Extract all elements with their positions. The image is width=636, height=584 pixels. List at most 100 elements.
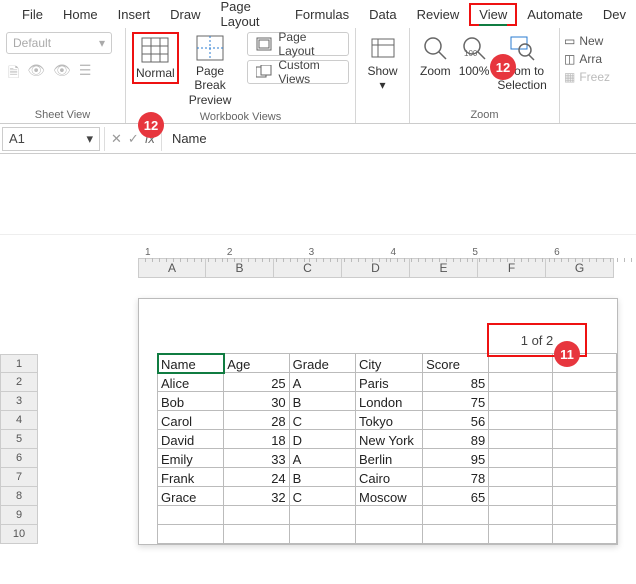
cell[interactable]: [224, 506, 289, 525]
menu-item-view[interactable]: View: [469, 3, 517, 26]
row-header[interactable]: 4: [0, 411, 38, 430]
formula-input[interactable]: [161, 127, 636, 151]
cell[interactable]: Bob: [158, 392, 224, 411]
cell[interactable]: [553, 430, 617, 449]
cell[interactable]: 95: [423, 449, 489, 468]
cell[interactable]: Berlin: [355, 449, 422, 468]
cell[interactable]: Alice: [158, 373, 224, 392]
cell[interactable]: [553, 449, 617, 468]
menu-item-automate[interactable]: Automate: [517, 3, 593, 26]
new-icon[interactable]: 👁: [53, 62, 71, 86]
cell[interactable]: Emily: [158, 449, 224, 468]
data-table[interactable]: NameAgeGradeCityScoreAlice25AParis85Bob3…: [157, 353, 617, 544]
cell[interactable]: [489, 449, 553, 468]
normal-view-button[interactable]: Normal: [132, 32, 179, 84]
row-header[interactable]: 6: [0, 449, 38, 468]
cell[interactable]: [489, 373, 553, 392]
cell[interactable]: Grace: [158, 487, 224, 506]
cell[interactable]: Carol: [158, 411, 224, 430]
cell[interactable]: D: [289, 430, 355, 449]
zoom-button[interactable]: Zoom: [416, 32, 455, 80]
cell[interactable]: C: [289, 487, 355, 506]
row-header[interactable]: 1: [0, 354, 38, 373]
menu-item-file[interactable]: File: [12, 3, 53, 26]
cell[interactable]: 85: [423, 373, 489, 392]
cell[interactable]: [553, 506, 617, 525]
cell[interactable]: [289, 525, 355, 544]
cell[interactable]: [158, 525, 224, 544]
cell[interactable]: 30: [224, 392, 289, 411]
cell[interactable]: 75: [423, 392, 489, 411]
cell[interactable]: Age: [224, 354, 289, 373]
cell[interactable]: London: [355, 392, 422, 411]
cell[interactable]: [489, 525, 553, 544]
row-header[interactable]: 7: [0, 468, 38, 487]
custom-views-button[interactable]: Custom Views: [247, 60, 349, 84]
page-break-preview-button[interactable]: Page Break Preview: [179, 32, 242, 109]
keep-icon[interactable]: 🗎: [8, 62, 19, 86]
cell[interactable]: C: [289, 411, 355, 430]
cell[interactable]: [553, 411, 617, 430]
cell[interactable]: 32: [224, 487, 289, 506]
cell[interactable]: 18: [224, 430, 289, 449]
cell[interactable]: Score: [423, 354, 489, 373]
cell[interactable]: 28: [224, 411, 289, 430]
arrange-all-button[interactable]: ◫ Arra: [564, 52, 610, 66]
cell[interactable]: Moscow: [355, 487, 422, 506]
cell[interactable]: [158, 506, 224, 525]
new-window-button[interactable]: ▭ New: [564, 34, 610, 48]
row-header[interactable]: 8: [0, 487, 38, 506]
cell[interactable]: A: [289, 449, 355, 468]
name-box[interactable]: A1 ▾: [2, 127, 100, 151]
cell[interactable]: [553, 487, 617, 506]
cell[interactable]: Paris: [355, 373, 422, 392]
menu-item-dev[interactable]: Dev: [593, 3, 636, 26]
cell[interactable]: [355, 506, 422, 525]
cell[interactable]: [289, 506, 355, 525]
cell[interactable]: [553, 525, 617, 544]
cell[interactable]: Name: [158, 354, 224, 373]
cell[interactable]: [489, 430, 553, 449]
cell[interactable]: David: [158, 430, 224, 449]
options-icon[interactable]: ☰: [79, 62, 92, 86]
cell[interactable]: [423, 506, 489, 525]
cell[interactable]: A: [289, 373, 355, 392]
menu-item-insert[interactable]: Insert: [108, 3, 161, 26]
cell[interactable]: 24: [224, 468, 289, 487]
sheet-view-default-dropdown[interactable]: Default ▾: [6, 32, 112, 54]
cell[interactable]: [553, 373, 617, 392]
cell[interactable]: 33: [224, 449, 289, 468]
cell[interactable]: [355, 525, 422, 544]
cell[interactable]: [489, 506, 553, 525]
row-header[interactable]: 5: [0, 430, 38, 449]
cell[interactable]: [423, 525, 489, 544]
cell[interactable]: [553, 468, 617, 487]
cell[interactable]: B: [289, 392, 355, 411]
cell[interactable]: 78: [423, 468, 489, 487]
menu-item-data[interactable]: Data: [359, 3, 406, 26]
menu-item-formulas[interactable]: Formulas: [285, 3, 359, 26]
row-header[interactable]: 2: [0, 373, 38, 392]
cell[interactable]: Frank: [158, 468, 224, 487]
cell[interactable]: 56: [423, 411, 489, 430]
cell[interactable]: City: [355, 354, 422, 373]
cancel-icon[interactable]: ✕: [111, 131, 122, 147]
cell[interactable]: [553, 392, 617, 411]
cell[interactable]: [489, 468, 553, 487]
menu-item-review[interactable]: Review: [407, 3, 470, 26]
cell[interactable]: [224, 525, 289, 544]
freeze-panes-button[interactable]: ▦ Freez: [564, 70, 610, 84]
confirm-icon[interactable]: ✓: [128, 131, 139, 147]
cell[interactable]: Cairo: [355, 468, 422, 487]
cell[interactable]: [489, 411, 553, 430]
row-header[interactable]: 9: [0, 506, 38, 525]
menu-item-home[interactable]: Home: [53, 3, 108, 26]
cell[interactable]: 89: [423, 430, 489, 449]
row-header[interactable]: 10: [0, 525, 38, 544]
row-header[interactable]: 3: [0, 392, 38, 411]
cell[interactable]: [489, 392, 553, 411]
cell[interactable]: B: [289, 468, 355, 487]
show-dropdown[interactable]: Show▾: [363, 32, 401, 95]
exit-icon[interactable]: 👁: [27, 62, 45, 86]
cell[interactable]: New York: [355, 430, 422, 449]
